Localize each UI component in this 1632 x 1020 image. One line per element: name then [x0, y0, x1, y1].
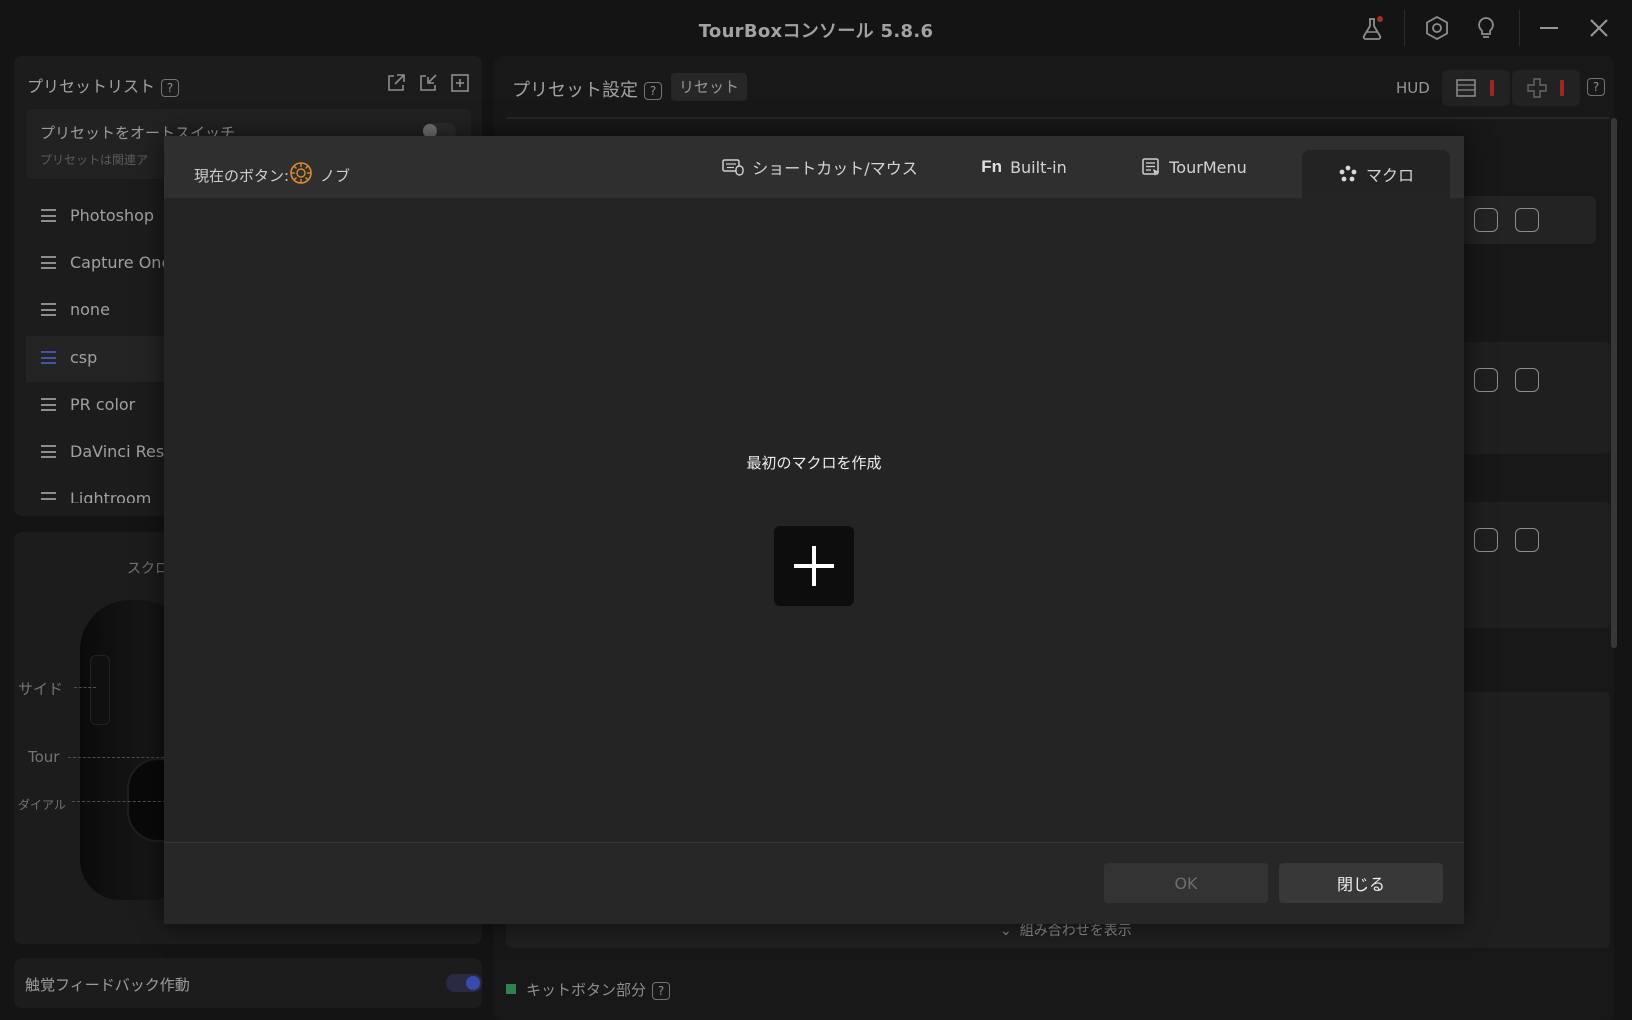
close-button[interactable]: 閉じる: [1279, 863, 1443, 903]
fn-icon: Fn: [981, 157, 1003, 176]
tab-shortcut-mouse[interactable]: ショートカット/マウス: [720, 136, 920, 198]
dialog-header: 現在のボタン: ノブ ショートカット/マウス Fn Built-in TourM…: [164, 136, 1464, 198]
plus-icon: [794, 546, 834, 586]
tab-macro[interactable]: マクロ: [1302, 150, 1450, 198]
tab-tourmenu[interactable]: TourMenu: [1124, 136, 1264, 198]
tab-built-in[interactable]: Fn Built-in: [964, 136, 1084, 198]
current-button-label: 現在のボタン:: [194, 167, 290, 185]
add-macro-button[interactable]: [774, 526, 854, 606]
keyboard-mouse-icon: [722, 158, 744, 176]
current-button-value: ノブ: [320, 167, 351, 185]
knob-icon: [290, 162, 312, 184]
macro-icon: [1338, 164, 1358, 184]
ok-button[interactable]: OK: [1104, 863, 1268, 903]
button-config-dialog: 現在のボタン: ノブ ショートカット/マウス Fn Built-in TourM…: [164, 136, 1464, 924]
empty-macro-message: 最初のマクロを作成: [746, 454, 882, 472]
dialog-footer: OK 閉じる: [164, 842, 1464, 924]
tourmenu-icon: [1141, 157, 1161, 177]
